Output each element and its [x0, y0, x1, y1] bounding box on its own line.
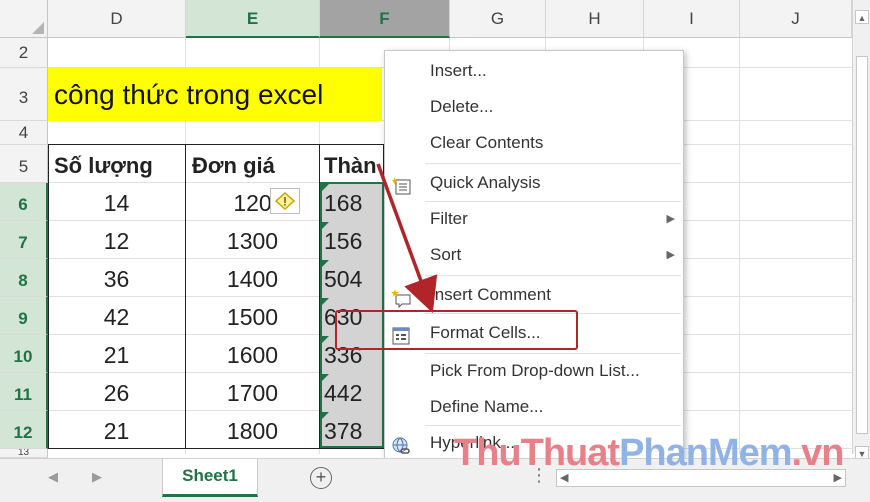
annotation-arrow-icon: [376, 163, 438, 314]
add-sheet-icon[interactable]: +: [310, 467, 332, 489]
scroll-tabs-right-icon[interactable]: ▶: [92, 469, 102, 485]
scroll-tabs-left-icon[interactable]: ◀: [48, 469, 58, 485]
format-cells-highlight-box: [335, 310, 578, 350]
sheet-tab-sheet1[interactable]: Sheet1: [162, 459, 258, 497]
watermark-logo: ThuThuatPhanMem.vn: [454, 432, 844, 474]
